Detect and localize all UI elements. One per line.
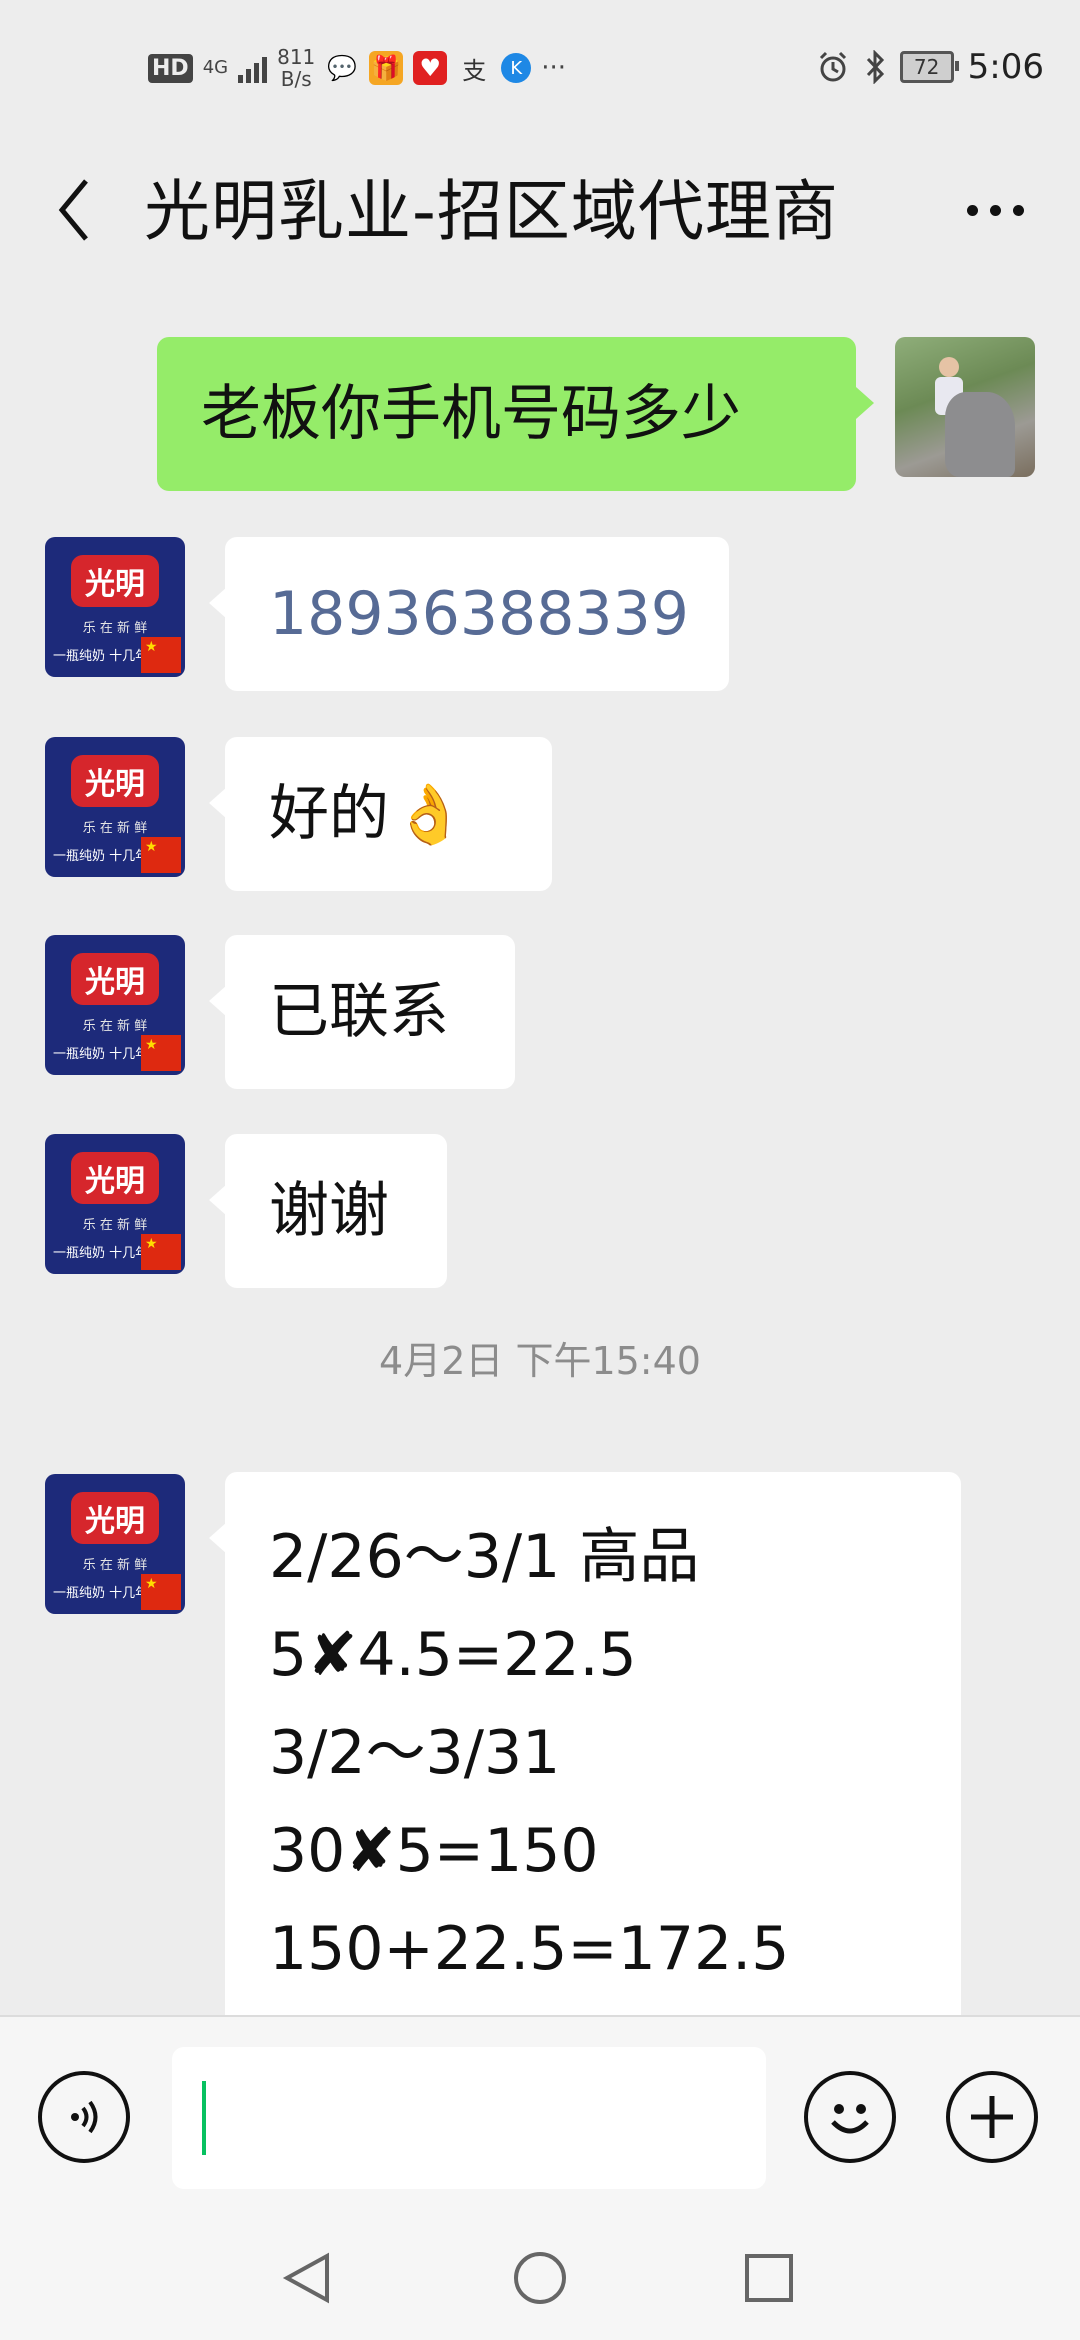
network-type: 4G — [202, 57, 229, 78]
message-line: 5✘4.5=22.5 — [269, 1620, 637, 1690]
circle-home-icon — [514, 2252, 566, 2304]
back-button[interactable] — [44, 160, 104, 260]
speed-value: 811 — [277, 45, 316, 69]
smiley-icon — [831, 2104, 869, 2134]
china-flag-icon: ★ — [141, 637, 181, 673]
gift-icon: 🎁 — [369, 51, 404, 85]
brand-slogan: 乐 在 新 鲜 — [82, 1558, 148, 1573]
message-text: 已联系 — [269, 977, 449, 1047]
message-text: 谢谢 — [269, 1176, 389, 1246]
brand-subtext: 一瓶纯奶 十几年 — [53, 1047, 149, 1062]
message-line: 150+22.5=172.5 — [269, 1914, 790, 1984]
message-line: 30✘5=150 — [269, 1816, 599, 1886]
brand-subtext: 一瓶纯奶 十几年 — [53, 1586, 149, 1601]
message-timestamp: 4月2日 下午15:40 — [379, 1339, 701, 1383]
system-navigation-bar — [0, 2215, 1080, 2340]
chat-title: 光明乳业-招区域代理商 — [144, 173, 839, 250]
input-bar — [0, 2015, 1080, 2217]
china-flag-icon: ★ — [141, 1234, 181, 1270]
brand-subtext: 一瓶纯奶 十几年 — [53, 649, 149, 664]
square-recents-icon — [745, 2254, 793, 2302]
message-bubble-incoming[interactable]: 好的 👌 — [209, 737, 552, 891]
brand-slogan: 乐 在 新 鲜 — [82, 1218, 148, 1233]
message-bubble-incoming[interactable]: 18936388339 — [209, 537, 729, 691]
nav-home-button[interactable] — [505, 2243, 575, 2313]
speed-unit: B/s — [280, 67, 312, 91]
message-bubble-incoming[interactable]: 谢谢 — [209, 1134, 447, 1288]
signal-icon — [238, 53, 268, 83]
brand-logo: 光明 — [71, 1152, 159, 1204]
ok-hand-emoji: 👌 — [393, 780, 466, 848]
heart-app-icon: ♥ — [413, 51, 448, 85]
bluetooth-icon — [866, 50, 884, 84]
more-dot-icon — [989, 204, 1001, 216]
status-left: HD 4G 811 B/s 💬 🎁 ♥ 支 K ··· — [148, 38, 566, 98]
message-input[interactable] — [172, 2047, 766, 2189]
brand-logo: 光明 — [71, 1492, 159, 1544]
plus-icon — [971, 2096, 1013, 2138]
my-avatar[interactable] — [895, 337, 1035, 477]
voice-icon — [71, 2100, 98, 2134]
alarm-icon — [819, 51, 846, 82]
more-dot-icon — [1012, 204, 1024, 216]
message-bubble-incoming[interactable]: 已联系 — [209, 935, 515, 1089]
message-bubble-outgoing[interactable]: 老板你手机号码多少 — [157, 337, 874, 491]
k-app-icon: K — [501, 53, 532, 83]
brand-subtext: 一瓶纯奶 十几年 — [53, 1246, 149, 1261]
status-right: 72 5:06 — [816, 42, 1044, 92]
contact-avatar[interactable]: 光明 乐 在 新 鲜 一瓶纯奶 十几年 ★ — [45, 737, 185, 877]
nav-back-button[interactable] — [272, 2243, 342, 2313]
contact-avatar[interactable]: 光明 乐 在 新 鲜 一瓶纯奶 十几年 ★ — [45, 935, 185, 1075]
message-line: 2/26～3/1 高品 — [269, 1522, 700, 1592]
alipay-icon: 支 — [462, 56, 487, 85]
clock: 5:06 — [967, 47, 1044, 87]
triangle-back-icon — [282, 2252, 329, 2304]
contact-avatar[interactable]: 光明 乐 在 新 鲜 一瓶纯奶 十几年 ★ — [45, 537, 185, 677]
contact-avatar[interactable]: 光明 乐 在 新 鲜 一瓶纯奶 十几年 ★ — [45, 1474, 185, 1614]
more-options-button[interactable] — [950, 160, 1040, 260]
battery-icon: 72 — [899, 51, 959, 83]
phone-number-link[interactable]: 18936388339 — [269, 572, 689, 656]
brand-logo: 光明 — [71, 555, 159, 607]
contact-avatar[interactable]: 光明 乐 在 新 鲜 一瓶纯奶 十几年 ★ — [45, 1134, 185, 1274]
china-flag-icon: ★ — [141, 1574, 181, 1610]
more-notifications-icon: ··· — [541, 53, 567, 83]
chevron-left-icon — [58, 179, 88, 241]
chat-header: 光明乳业-招区域代理商 — [0, 140, 1080, 280]
brand-slogan: 乐 在 新 鲜 — [82, 1019, 148, 1034]
brand-logo: 光明 — [71, 755, 159, 807]
wechat-icon: 💬 — [327, 54, 358, 82]
brand-slogan: 乐 在 新 鲜 — [82, 621, 148, 636]
brand-subtext: 一瓶纯奶 十几年 — [53, 849, 149, 864]
nav-recents-button[interactable] — [734, 2243, 804, 2313]
message-text: 好的 — [269, 779, 389, 849]
message-text: 老板你手机号码多少 — [201, 379, 741, 449]
battery-level: 72 — [913, 55, 940, 79]
status-bar: HD 4G 811 B/s 💬 🎁 ♥ 支 K ··· 72 5:06 — [0, 0, 1080, 130]
voice-button[interactable] — [38, 2071, 130, 2163]
chat-messages[interactable]: 老板你手机号码多少 光明 乐 在 新 鲜 一瓶纯奶 十几年 ★ 18936388… — [0, 300, 1080, 2015]
network-speed: 811 B/s — [277, 46, 315, 90]
brand-logo: 光明 — [71, 953, 159, 1005]
brand-slogan: 乐 在 新 鲜 — [82, 821, 148, 836]
china-flag-icon: ★ — [141, 1035, 181, 1071]
message-bubble-incoming-long[interactable]: 2/26～3/1 高品 5✘4.5=22.5 3/2～3/31 30✘5=150… — [209, 1472, 961, 2015]
more-dot-icon — [966, 204, 978, 216]
more-functions-button[interactable] — [946, 2071, 1038, 2163]
emoji-button[interactable] — [804, 2071, 896, 2163]
hd-indicator: HD — [148, 53, 193, 83]
message-line: 3/2～3/31 — [269, 1718, 561, 1788]
text-caret — [202, 2081, 206, 2155]
china-flag-icon: ★ — [141, 837, 181, 873]
